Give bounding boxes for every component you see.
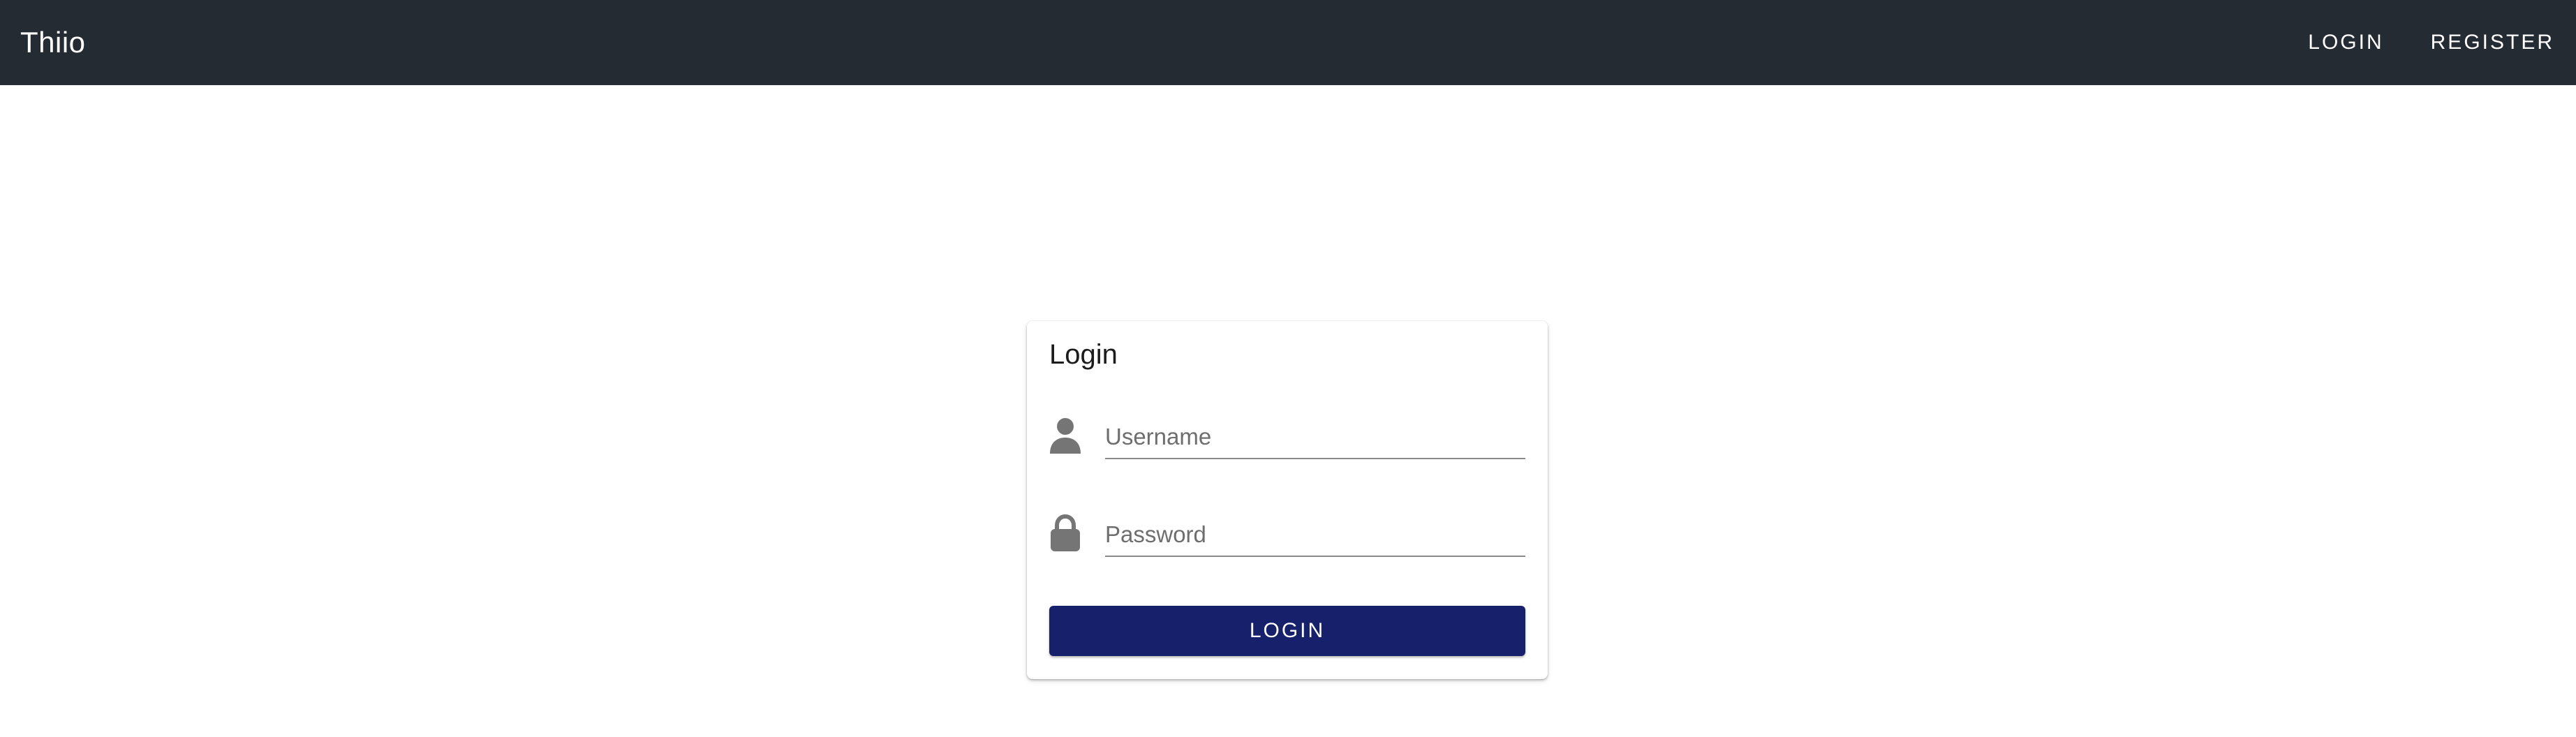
- brand-title[interactable]: Thiio: [20, 26, 86, 59]
- username-input[interactable]: [1105, 410, 1525, 459]
- login-button[interactable]: LOGIN: [1049, 606, 1525, 656]
- login-card: Login LOGIN: [1027, 321, 1548, 679]
- nav-login-link[interactable]: LOGIN: [2308, 17, 2383, 68]
- password-input[interactable]: [1105, 508, 1525, 557]
- nav-register-link[interactable]: REGISTER: [2431, 17, 2554, 68]
- app-bar: Thiio LOGIN REGISTER: [0, 0, 2576, 85]
- login-card-title: Login: [1049, 339, 1118, 370]
- person-icon: [1049, 416, 1081, 455]
- top-nav: LOGIN REGISTER: [2308, 17, 2554, 68]
- username-field-row: [1049, 410, 1525, 459]
- password-field-row: [1049, 508, 1525, 557]
- lock-icon: [1049, 514, 1081, 553]
